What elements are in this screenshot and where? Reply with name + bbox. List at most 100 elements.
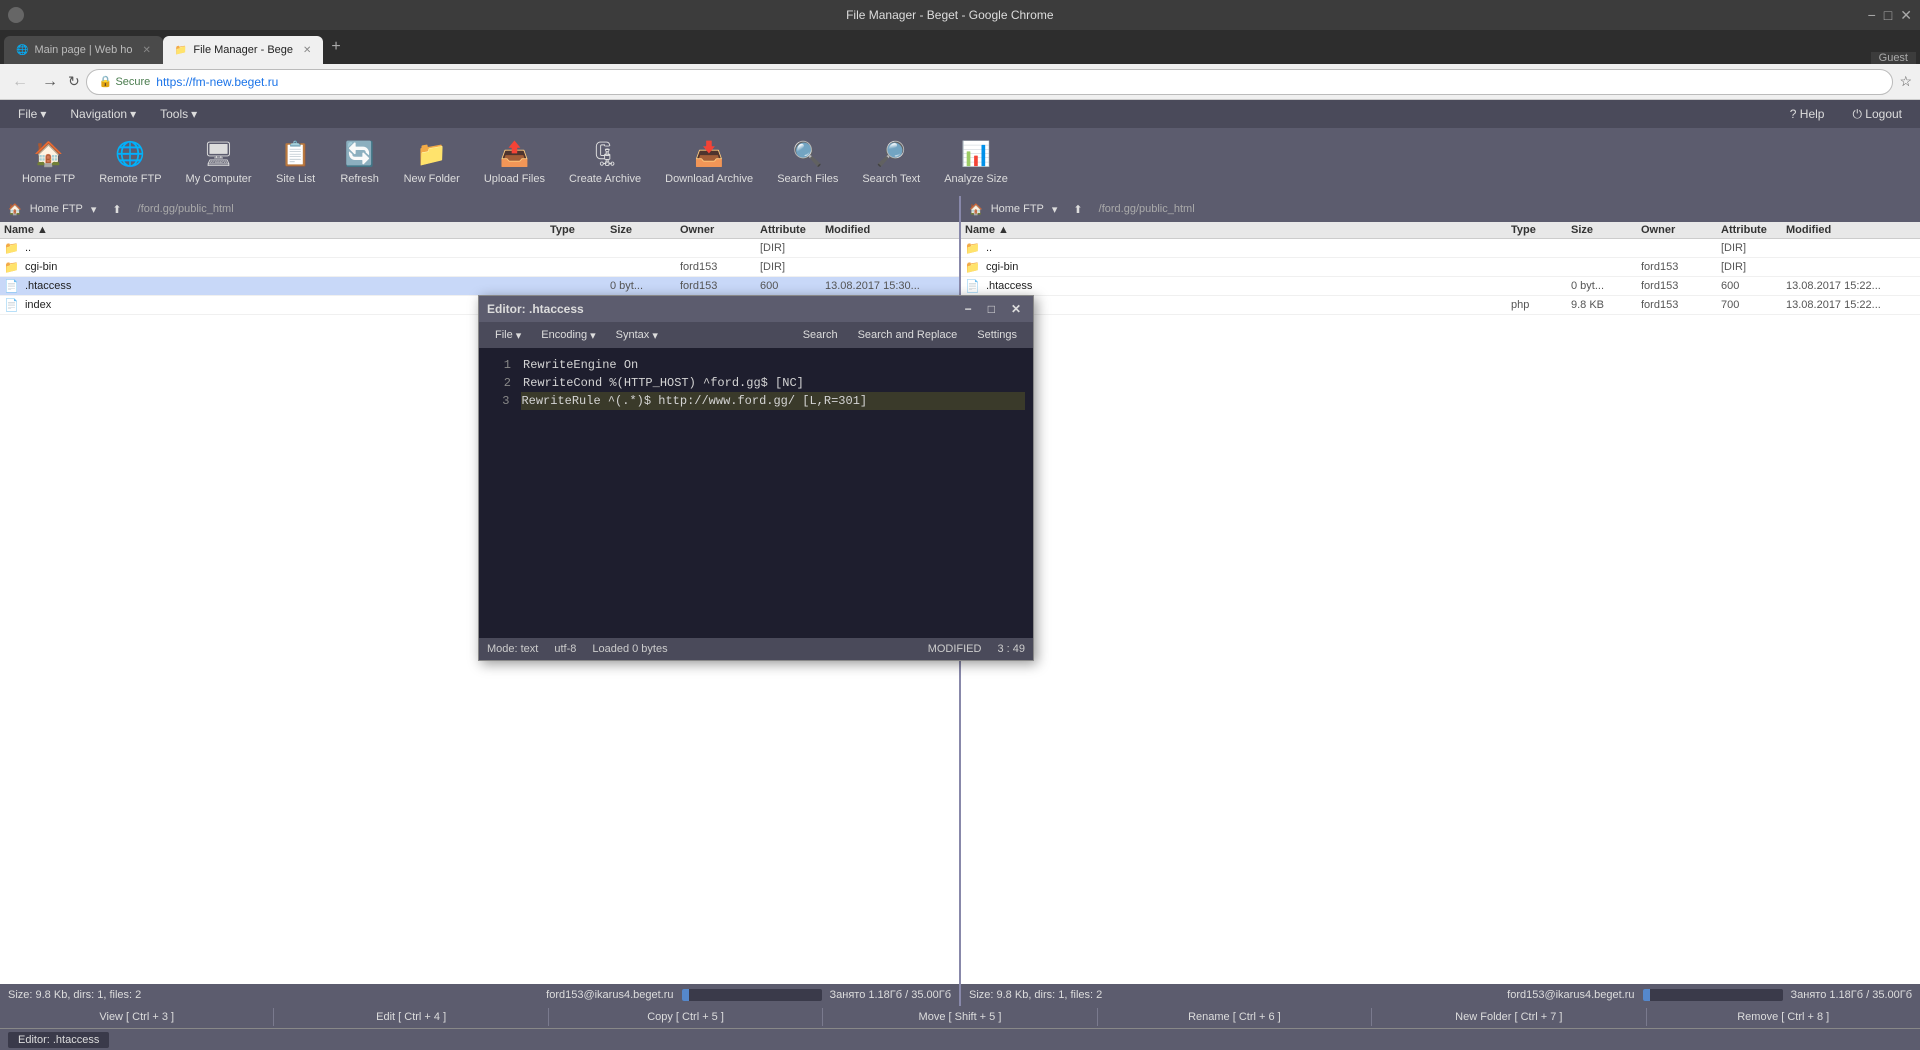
list-item[interactable]: 📁 .. [DIR] <box>0 239 959 258</box>
right-col-owner[interactable]: Owner <box>1641 224 1721 236</box>
refresh-page-button[interactable]: ↻ <box>68 73 80 90</box>
editor-search-replace-btn[interactable]: Search and Replace <box>850 327 966 343</box>
upload-icon: 📤 <box>499 140 529 169</box>
tab-label-1: Main page | Web ho <box>34 44 132 56</box>
copy-button[interactable]: Copy [ Ctrl + 5 ] <box>549 1008 823 1026</box>
right-col-mod[interactable]: Modified <box>1786 224 1916 236</box>
list-item[interactable]: 📁 .. [DIR] <box>961 239 1920 258</box>
upload-files-button[interactable]: 📤 Upload Files <box>474 134 555 191</box>
site-list-label: Site List <box>276 173 315 185</box>
move-button[interactable]: Move [ Shift + 5 ] <box>823 1008 1097 1026</box>
right-status-text: Size: 9.8 Kb, dirs: 1, files: 2 <box>969 989 1102 1001</box>
app-menu-bar: File ▾ Navigation ▾ Tools ▾ ? Help ⏻ Log… <box>0 100 1920 128</box>
menu-navigation[interactable]: Navigation ▾ <box>60 104 146 124</box>
new-folder-action-button[interactable]: New Folder [ Ctrl + 7 ] <box>1372 1008 1646 1026</box>
left-col-owner[interactable]: Owner <box>680 224 760 236</box>
remove-button[interactable]: Remove [ Ctrl + 8 ] <box>1647 1008 1920 1026</box>
editor-mode: Mode: text <box>487 643 538 655</box>
new-tab-button[interactable]: + <box>323 34 348 60</box>
right-panel: 🏠 Home FTP ▾ ⬆ /ford.gg/public_html Name… <box>961 196 1920 984</box>
taskbar: Editor: .htaccess <box>0 1028 1920 1050</box>
search-text-button[interactable]: 🔎 Search Text <box>852 134 930 191</box>
my-computer-button[interactable]: 🖥 My Computer <box>176 134 262 191</box>
editor-close-button[interactable]: ✕ <box>1007 302 1025 316</box>
list-item[interactable]: 📁 cgi-bin ford153 [DIR] <box>961 258 1920 277</box>
left-col-type[interactable]: Type <box>550 224 610 236</box>
back-button[interactable]: ← <box>8 71 32 93</box>
list-item[interactable]: 📄 index php 9.8 KB ford153 700 13.08.201… <box>961 296 1920 315</box>
right-panel-dropdown-icon[interactable]: ▾ <box>1052 203 1058 216</box>
remote-ftp-label: Remote FTP <box>99 173 161 185</box>
secure-badge: 🔒 Secure <box>99 75 151 88</box>
bookmark-icon[interactable]: ☆ <box>1899 73 1912 90</box>
site-list-button[interactable]: 📋 Site List <box>266 134 326 191</box>
right-col-type[interactable]: Type <box>1511 224 1571 236</box>
chrome-icon <box>8 7 24 23</box>
editor-search-btn[interactable]: Search <box>795 327 846 343</box>
right-col-size[interactable]: Size <box>1571 224 1641 236</box>
editor-minimize-button[interactable]: − <box>961 302 976 316</box>
download-archive-button[interactable]: 📥 Download Archive <box>655 134 763 191</box>
create-archive-button[interactable]: 🗜 Create Archive <box>559 134 651 191</box>
edit-button[interactable]: Edit [ Ctrl + 4 ] <box>274 1008 548 1026</box>
right-storage-bar <box>1643 989 1650 1001</box>
download-label: Download Archive <box>665 173 753 185</box>
folder-icon: 📁 <box>965 260 980 274</box>
folder-icon: 📁 <box>965 241 980 255</box>
left-col-size[interactable]: Size <box>610 224 680 236</box>
left-panel-dropdown-icon[interactable]: ▾ <box>91 203 97 216</box>
editor-syntax-menu[interactable]: Syntax ▾ <box>608 327 666 344</box>
refresh-button[interactable]: 🔄 Refresh <box>330 134 390 191</box>
left-col-attr[interactable]: Attribute <box>760 224 825 236</box>
menu-file[interactable]: File ▾ <box>8 104 56 124</box>
editor-loaded: Loaded 0 bytes <box>592 643 667 655</box>
right-col-attr[interactable]: Attribute <box>1721 224 1786 236</box>
analyze-size-icon: 📊 <box>961 140 991 169</box>
left-storage-bar <box>682 989 689 1001</box>
search-files-button[interactable]: 🔍 Search Files <box>767 134 848 191</box>
menu-tools[interactable]: Tools ▾ <box>150 104 207 124</box>
editor-encoding-menu[interactable]: Encoding ▾ <box>533 327 603 344</box>
editor-content[interactable]: 1 RewriteEngine On 2 RewriteCond %(HTTP_… <box>479 348 1033 638</box>
analyze-size-button[interactable]: 📊 Analyze Size <box>934 134 1018 191</box>
list-item[interactable]: 📄 .htaccess 0 byt... ford153 600 13.08.2… <box>961 277 1920 296</box>
taskbar-editor-item[interactable]: Editor: .htaccess <box>8 1032 109 1048</box>
right-up-button[interactable]: ⬆ <box>1073 203 1082 216</box>
left-up-button[interactable]: ⬆ <box>112 203 121 216</box>
left-col-mod[interactable]: Modified <box>825 224 955 236</box>
list-item[interactable]: 📄 .htaccess 0 byt... ford153 600 13.08.2… <box>0 277 959 296</box>
editor-settings-btn[interactable]: Settings <box>969 327 1025 343</box>
forward-button[interactable]: → <box>38 71 62 93</box>
menu-right: ? Help ⏻ Logout <box>1780 104 1912 125</box>
editor-maximize-button[interactable]: □ <box>984 302 999 316</box>
right-user-label: ford153@ikarus4.beget.ru <box>1507 989 1634 1001</box>
home-ftp-button[interactable]: 🏠 Home FTP <box>12 134 85 191</box>
tab-close-2[interactable]: ✕ <box>303 45 311 56</box>
maximize-window-btn[interactable]: □ <box>1884 7 1892 24</box>
refresh-icon: 🔄 <box>345 140 375 169</box>
left-panel-label: Home FTP <box>30 203 83 215</box>
new-folder-button[interactable]: 📁 New Folder <box>394 134 470 191</box>
minimize-window-btn[interactable]: − <box>1868 7 1876 24</box>
editor-status-right: MODIFIED 3 : 49 <box>928 643 1025 655</box>
remote-ftp-button[interactable]: 🌐 Remote FTP <box>89 134 171 191</box>
right-col-name[interactable]: Name ▲ <box>965 224 1511 236</box>
left-storage-label: Занято 1.18Гб / 35.00Гб <box>830 989 952 1001</box>
right-status-bar: Size: 9.8 Kb, dirs: 1, files: 2 ford153@… <box>961 984 1920 1006</box>
right-storage-label: Занято 1.18Гб / 35.00Гб <box>1791 989 1913 1001</box>
view-button[interactable]: View [ Ctrl + 3 ] <box>0 1008 274 1026</box>
help-button[interactable]: ? Help <box>1780 104 1835 125</box>
editor-file-menu[interactable]: File ▾ <box>487 327 529 344</box>
list-item[interactable]: 📁 cgi-bin ford153 [DIR] <box>0 258 959 277</box>
logout-button[interactable]: ⏻ Logout <box>1842 104 1912 125</box>
rename-button[interactable]: Rename [ Ctrl + 6 ] <box>1098 1008 1372 1026</box>
tab-main-page[interactable]: 🌐 Main page | Web ho ✕ <box>4 36 163 64</box>
tab-close-1[interactable]: ✕ <box>143 45 151 56</box>
file-icon: 📄 <box>4 279 19 293</box>
address-input-container[interactable]: 🔒 Secure https://fm-new.beget.ru <box>86 69 1894 95</box>
right-panel-home-icon: 🏠 <box>969 203 983 216</box>
close-window-btn[interactable]: ✕ <box>1900 7 1912 24</box>
left-col-name[interactable]: Name ▲ <box>4 224 550 236</box>
tab-file-manager[interactable]: 📁 File Manager - Bege ✕ <box>163 36 324 64</box>
left-status-text: Size: 9.8 Kb, dirs: 1, files: 2 <box>8 989 141 1001</box>
